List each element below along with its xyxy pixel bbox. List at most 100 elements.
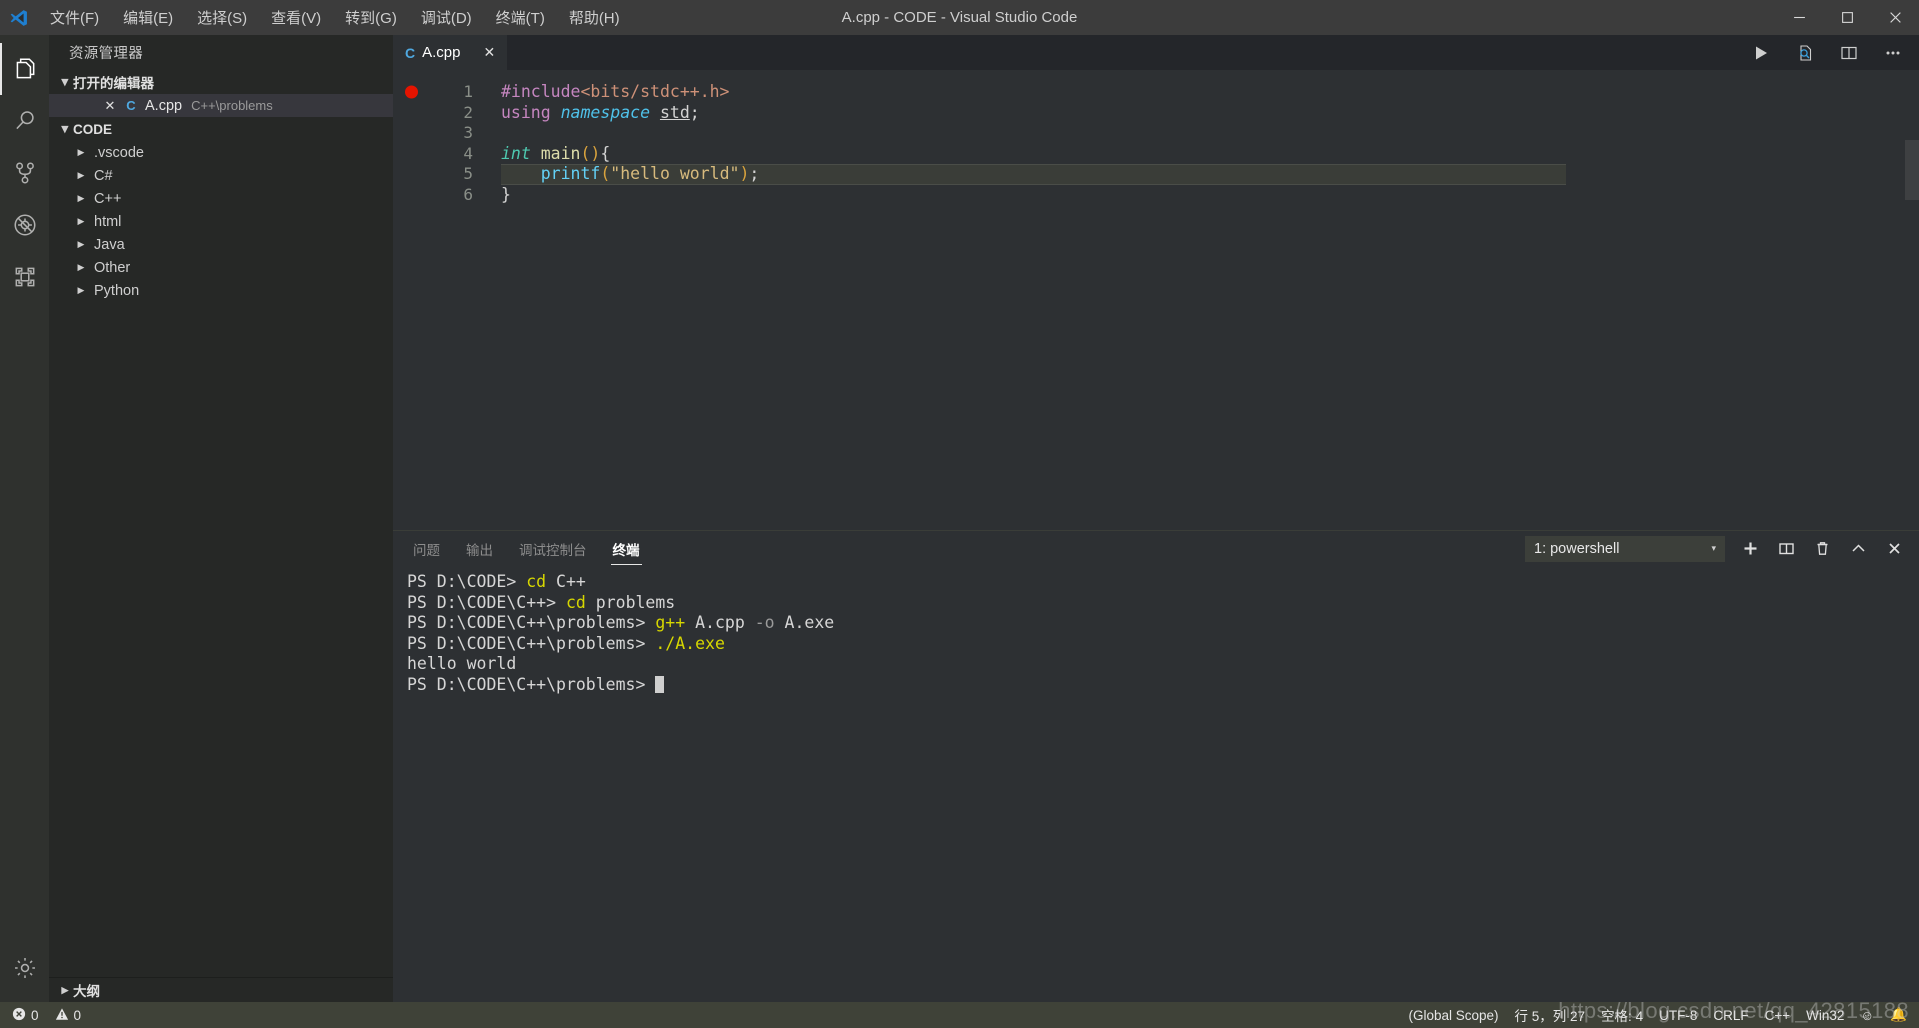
code-text: int main(){ [501, 144, 1919, 165]
code-token: using [501, 102, 561, 122]
code-line: 5 printf("hello world"); [393, 163, 1919, 185]
terminal-selector-value: 1: powershell [1534, 540, 1620, 557]
terminal-token: cd [526, 572, 547, 591]
terminal-token: PS D:\CODE\C++> [407, 592, 566, 612]
search-icon[interactable] [0, 95, 49, 147]
section-open-editors[interactable]: ▶ 打开的编辑器 [49, 70, 393, 94]
menu-debug[interactable]: 调试(D) [409, 1, 484, 34]
open-editor-description: C++\problems [191, 98, 273, 113]
status-indentation[interactable]: 空格: 4 [1593, 1002, 1651, 1028]
code-token: printf [540, 164, 601, 183]
terminal-selector-dropdown[interactable]: 1: powershell ▾ [1525, 535, 1725, 562]
terminal-line: PS D:\CODE\C++\problems> g++ A.cpp -o A.… [407, 613, 1919, 634]
tab-problems[interactable]: 问题 [411, 535, 442, 563]
workspace-label: CODE [73, 121, 113, 137]
chevron-down-icon: ▶ [60, 78, 71, 86]
status-bar: 0 0 (Global Scope) 行 5，列 27 空格: 4 UTF-8 … [0, 1002, 1919, 1028]
terminal-cursor [655, 675, 665, 693]
code-token: ; [749, 164, 760, 183]
close-icon[interactable]: ✕ [483, 44, 495, 61]
no-debug-icon[interactable] [0, 199, 49, 251]
folder-java[interactable]: ▶ Java [49, 233, 393, 256]
ellipsis-icon[interactable] [1881, 41, 1905, 65]
bottom-panel: 问题 输出 调试控制台 终端 1: powershell ▾ PS D:\COD… [393, 530, 1919, 1002]
trash-icon[interactable] [1811, 538, 1833, 560]
chevron-up-icon[interactable] [1847, 538, 1869, 560]
menu-file[interactable]: 文件(F) [38, 1, 111, 34]
menu-selection[interactable]: 选择(S) [185, 1, 259, 34]
section-outline[interactable]: ▶ 大纲 [49, 977, 393, 1002]
plus-icon[interactable] [1739, 538, 1761, 560]
chevron-right-icon: ▶ [77, 216, 85, 226]
code-editor[interactable]: 1 #include<bits/stdc++.h> 2 using namespace… [393, 70, 1919, 530]
window-controls [1775, 0, 1919, 35]
menu-view[interactable]: 查看(V) [259, 1, 333, 34]
folder-label: Other [94, 259, 131, 276]
close-icon[interactable]: ✕ [99, 98, 121, 114]
folder-cpp[interactable]: ▶ C++ [49, 187, 393, 210]
editor-scrollbar[interactable] [1905, 140, 1919, 200]
split-editor-icon[interactable] [1837, 41, 1861, 65]
status-scope[interactable]: (Global Scope) [1400, 1002, 1506, 1028]
tab-output[interactable]: 输出 [464, 535, 495, 563]
files-icon[interactable] [0, 43, 49, 95]
folder-other[interactable]: ▶ Other [49, 256, 393, 279]
code-token: ) [739, 164, 750, 183]
status-errors[interactable]: 0 [4, 1002, 47, 1028]
menu-terminal[interactable]: 终端(T) [484, 1, 557, 34]
folder-html[interactable]: ▶ html [49, 210, 393, 233]
close-icon[interactable] [1883, 538, 1905, 560]
folder-csharp[interactable]: ▶ C# [49, 164, 393, 187]
status-feedback-icon[interactable]: ☺ [1852, 1002, 1882, 1028]
menu-edit[interactable]: 编辑(E) [111, 1, 185, 34]
editor-group: C A.cpp ✕ 1 #include<bits/stdc++.h> 2 us… [393, 35, 1919, 1002]
code-line: 4 int main(){ [393, 144, 1919, 165]
terminal-token: hello world [407, 654, 517, 673]
play-icon[interactable] [1749, 41, 1773, 65]
warning-icon [55, 1007, 69, 1024]
menu-bar: 文件(F) 编辑(E) 选择(S) 查看(V) 转到(G) 调试(D) 终端(T… [38, 1, 632, 34]
status-cursor-position[interactable]: 行 5，列 27 [1507, 1002, 1594, 1028]
line-number: 1 [463, 82, 473, 101]
status-notifications-bell-icon[interactable]: 🔔 [1882, 1002, 1915, 1028]
terminal-line: PS D:\CODE\C++\problems> [407, 675, 1919, 696]
file-search-icon[interactable] [1793, 41, 1817, 65]
status-warnings[interactable]: 0 [47, 1002, 90, 1028]
terminal-token: PS D:\CODE\C++\problems> [407, 633, 656, 653]
status-language-mode[interactable]: C++ [1757, 1002, 1799, 1028]
folder-vscode[interactable]: ▶ .vscode [49, 141, 393, 164]
minimize-icon[interactable] [1775, 0, 1823, 35]
line-number: 6 [463, 184, 473, 204]
terminal-token: cd [565, 592, 586, 612]
warning-count: 0 [73, 1007, 82, 1023]
extensions-icon[interactable] [0, 251, 49, 303]
code-text: } [501, 185, 1919, 206]
panel-header: 问题 输出 调试控制台 终端 1: powershell ▾ [393, 531, 1919, 566]
error-count: 0 [31, 1007, 39, 1023]
status-encoding[interactable]: UTF-8 [1651, 1002, 1705, 1028]
status-platform[interactable]: Win32 [1798, 1002, 1852, 1028]
gear-icon[interactable] [0, 942, 49, 994]
tab-terminal[interactable]: 终端 [610, 535, 642, 565]
folder-python[interactable]: ▶ Python [49, 279, 393, 302]
code-text: #include<bits/stdc++.h> [501, 82, 1919, 103]
menu-go[interactable]: 转到(G) [333, 1, 409, 34]
section-workspace-code[interactable]: ▶ CODE [49, 117, 393, 141]
code-token: ; [689, 102, 700, 122]
close-icon[interactable] [1871, 0, 1919, 35]
terminal-output[interactable]: PS D:\CODE> cd C++ PS D:\CODE\C++> cd pro… [393, 566, 1919, 1002]
split-icon[interactable] [1775, 538, 1797, 560]
menu-help[interactable]: 帮助(H) [557, 1, 632, 34]
open-editor-item-a-cpp[interactable]: ✕ C A.cpp C++\problems [49, 94, 393, 117]
source-control-icon[interactable] [0, 147, 49, 199]
terminal-token: ./A.exe [655, 633, 725, 653]
tab-a-cpp[interactable]: C A.cpp ✕ [393, 35, 509, 70]
tab-debug-console[interactable]: 调试控制台 [517, 535, 589, 563]
code-token: } [501, 184, 511, 204]
breakpoint-icon[interactable] [405, 85, 418, 99]
maximize-icon[interactable] [1823, 0, 1871, 35]
code-line: 3 [393, 123, 1919, 144]
status-eol[interactable]: CRLF [1705, 1002, 1756, 1028]
code-token: "hello world" [610, 164, 740, 183]
